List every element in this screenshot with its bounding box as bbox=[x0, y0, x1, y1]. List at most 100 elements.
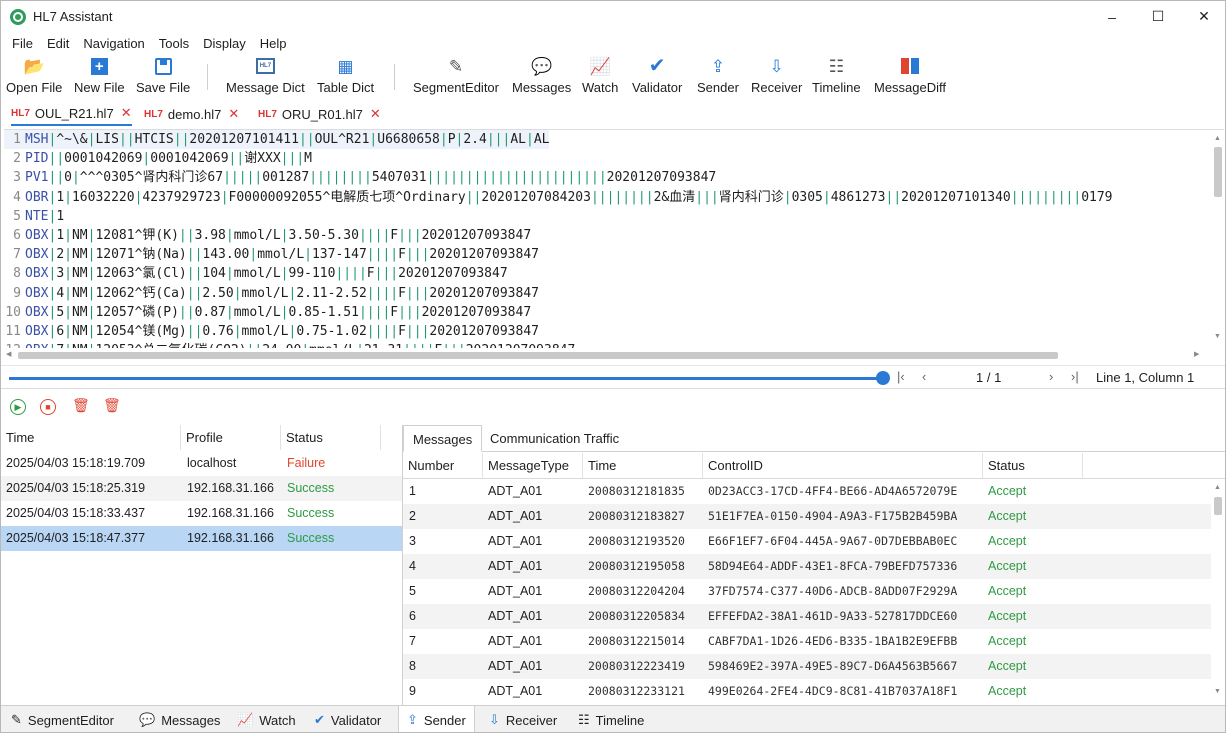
message-row[interactable]: 4 ADT_A01 20080312195058 58D94E64-ADDF-43E1… bbox=[403, 554, 1211, 579]
hl7-editor[interactable]: 1 MSH|^~\&|LIS||HTCIS||20201207101411||OU… bbox=[4, 129, 1224, 348]
editor-line[interactable]: 3 PV1||0|^^^0305^肾内科门诊67|||||001287||||||… bbox=[4, 168, 716, 187]
editor-line[interactable]: 9 OBX|4|NM|12062^钙(Ca)||2.50|mmol/L|2.11-… bbox=[4, 284, 539, 303]
history-status: Success bbox=[287, 506, 335, 520]
maximize-button[interactable]: ☐ bbox=[1135, 1, 1181, 32]
column-header-status[interactable]: Status bbox=[983, 453, 1083, 478]
message-diff-button[interactable]: MessageDiff bbox=[874, 54, 946, 99]
messages-button[interactable]: 💬 Messages bbox=[512, 54, 571, 99]
bottom-tab-sender[interactable]: ⇪ Sender bbox=[398, 706, 475, 732]
menu-edit[interactable]: Edit bbox=[40, 36, 76, 51]
history-row[interactable]: 2025/04/03 15:18:47.377 192.168.31.166 Suc… bbox=[1, 526, 402, 551]
minimize-button[interactable]: – bbox=[1089, 1, 1135, 32]
file-tab-demo[interactable]: HL7 demo.hl7 ✕ bbox=[144, 102, 239, 126]
message-type: ADT_A01 bbox=[488, 509, 543, 523]
next-page-icon[interactable]: › bbox=[1049, 369, 1053, 384]
menu-navigation[interactable]: Navigation bbox=[76, 36, 151, 51]
column-header-status[interactable]: Status bbox=[281, 425, 381, 450]
column-header-time[interactable]: Time bbox=[583, 453, 703, 478]
file-tab-oru-r01[interactable]: HL7 ORU_R01.hl7 ✕ bbox=[258, 102, 381, 126]
message-dict-button[interactable]: HL7 Message Dict bbox=[226, 54, 305, 99]
bottom-tab-watch[interactable]: 📈 Watch bbox=[229, 706, 304, 732]
editor-line[interactable]: 11 OBX|6|NM|12054^镁(Mg)||0.76|mmol/L|0.75… bbox=[4, 322, 539, 341]
segment-name: NTE bbox=[25, 208, 49, 224]
bottom-tab-receiver[interactable]: ⇩ Receiver bbox=[481, 706, 565, 732]
receiver-button[interactable]: ⇩ Receiver bbox=[751, 54, 802, 99]
open-file-button[interactable]: 📂 Open File bbox=[6, 54, 62, 99]
tab-communication-traffic[interactable]: Communication Traffic bbox=[481, 425, 628, 452]
editor-line[interactable]: 5 NTE|1 bbox=[4, 207, 64, 226]
history-row[interactable]: 2025/04/03 15:18:33.437 192.168.31.166 Suc… bbox=[1, 501, 402, 526]
save-file-button[interactable]: Save File bbox=[136, 54, 190, 99]
messages-vertical-scrollbar[interactable]: ▲ ▼ bbox=[1211, 484, 1225, 704]
table-dict-button[interactable]: ▦ Table Dict bbox=[317, 54, 374, 99]
menu-help[interactable]: Help bbox=[253, 36, 294, 51]
prev-page-icon[interactable]: ‹ bbox=[922, 369, 926, 384]
message-time: 20080312183827 bbox=[588, 509, 685, 523]
message-time: 20080312223419 bbox=[588, 659, 685, 673]
editor-line[interactable]: 8 OBX|3|NM|12063^氯(Cl)||104|mmol/L|99-110… bbox=[4, 264, 508, 283]
column-header-controlid[interactable]: ControlID bbox=[703, 453, 983, 478]
editor-horizontal-scrollbar[interactable]: ◀ ▶ bbox=[4, 349, 1224, 361]
message-n: 9 bbox=[409, 684, 416, 698]
menu-display[interactable]: Display bbox=[196, 36, 253, 51]
history-row[interactable]: 2025/04/03 15:18:19.709 localhost Failure bbox=[1, 451, 402, 476]
close-tab-icon[interactable]: ✕ bbox=[370, 106, 381, 122]
message-row[interactable]: 3 ADT_A01 20080312193520 E66F1EF7-6F04-445A… bbox=[403, 529, 1211, 554]
editor-line[interactable]: 10 OBX|5|NM|12057^磷(P)||0.87|mmol/L|0.85-… bbox=[4, 303, 531, 322]
segment-fields: ||0001042069|0001042069||谢XXX|||M bbox=[48, 151, 312, 167]
editor-vertical-scrollbar[interactable]: ▲ ▼ bbox=[1211, 135, 1225, 345]
segment-editor-button[interactable]: ✎ SegmentEditor bbox=[413, 54, 499, 99]
menu-file[interactable]: File bbox=[5, 36, 40, 51]
new-file-icon: + bbox=[90, 54, 108, 78]
bottom-tab-messages[interactable]: 💬 Messages bbox=[131, 706, 228, 732]
column-header-profile[interactable]: Profile bbox=[181, 425, 281, 450]
page-slider-thumb[interactable] bbox=[876, 371, 890, 385]
history-profile: localhost bbox=[187, 456, 237, 470]
watch-button[interactable]: 📈 Watch bbox=[582, 54, 618, 99]
stop-icon[interactable]: ■ bbox=[40, 399, 56, 415]
column-header-messagetype[interactable]: MessageType bbox=[483, 453, 583, 478]
close-tab-icon[interactable]: ✕ bbox=[228, 106, 239, 122]
sender-button[interactable]: ⇪ Sender bbox=[697, 54, 739, 99]
close-window-button[interactable]: ✕ bbox=[1181, 1, 1225, 32]
bottom-tab-validator[interactable]: ✔ Validator bbox=[306, 706, 389, 732]
new-file-button[interactable]: + New File bbox=[74, 54, 125, 99]
message-n: 4 bbox=[409, 559, 416, 573]
message-row[interactable]: 9 ADT_A01 20080312233121 499E0264-2FE4-4DC9… bbox=[403, 679, 1211, 704]
timeline-button[interactable]: ☷ Timeline bbox=[812, 54, 861, 99]
message-row[interactable]: 6 ADT_A01 20080312205834 EFFEFDA2-38A1-461D… bbox=[403, 604, 1211, 629]
editor-line[interactable]: 7 OBX|2|NM|12071^钠(Na)||143.00|mmol/L|137… bbox=[4, 245, 539, 264]
file-tab-oul-r21[interactable]: HL7 OUL_R21.hl7 ✕ bbox=[11, 102, 132, 126]
delete-all-icon[interactable]: 🗑 bbox=[103, 397, 121, 414]
last-page-icon[interactable]: ›| bbox=[1071, 369, 1079, 384]
message-row[interactable]: 1 ADT_A01 20080312181835 0D23ACC3-17CD-4FF4… bbox=[403, 479, 1211, 504]
first-page-icon[interactable]: |‹ bbox=[897, 369, 905, 384]
editor-line[interactable]: 2 PID||0001042069|0001042069||谢XXX|||M bbox=[4, 149, 312, 168]
page-slider-track[interactable] bbox=[9, 377, 885, 380]
message-row[interactable]: 2 ADT_A01 20080312183827 51E1F7EA-0150-4904… bbox=[403, 504, 1211, 529]
message-row[interactable]: 5 ADT_A01 20080312204204 37FD7574-C377-40D6… bbox=[403, 579, 1211, 604]
message-type: ADT_A01 bbox=[488, 559, 543, 573]
menu-tools[interactable]: Tools bbox=[152, 36, 196, 51]
message-type: ADT_A01 bbox=[488, 484, 543, 498]
play-icon[interactable]: ▶ bbox=[10, 399, 26, 415]
editor-line[interactable]: 4 OBR|1|16032220|4237929723|F00000092055^… bbox=[4, 188, 1112, 207]
segment-name: OBX bbox=[25, 266, 49, 282]
history-row[interactable]: 2025/04/03 15:18:25.319 192.168.31.166 Suc… bbox=[1, 476, 402, 501]
tab-messages[interactable]: Messages bbox=[403, 425, 483, 452]
message-row[interactable]: 8 ADT_A01 20080312223419 598469E2-397A-49E5… bbox=[403, 654, 1211, 679]
column-header-time[interactable]: Time bbox=[1, 425, 181, 450]
message-n: 1 bbox=[409, 484, 416, 498]
bottom-tab-segmenteditor[interactable]: ✎ SegmentEditor bbox=[3, 706, 122, 732]
close-tab-icon[interactable]: ✕ bbox=[121, 105, 132, 121]
editor-line[interactable]: 12 OBX|7|NM|12053^总二氧化碳(CO2)||24.00|mmol/… bbox=[4, 341, 575, 348]
line-number: 1 bbox=[13, 132, 21, 147]
message-row[interactable]: 7 ADT_A01 20080312215014 CABF7DA1-1D26-4ED6… bbox=[403, 629, 1211, 654]
validator-button[interactable]: ✔ Validator bbox=[632, 54, 682, 99]
message-n: 3 bbox=[409, 534, 416, 548]
editor-line[interactable]: 6 OBX|1|NM|12081^钾(K)||3.98|mmol/L|3.50-5… bbox=[4, 226, 531, 245]
editor-line[interactable]: 1 MSH|^~\&|LIS||HTCIS||20201207101411||OU… bbox=[4, 130, 550, 149]
bottom-tab-timeline[interactable]: ☷ Timeline bbox=[570, 706, 652, 732]
column-header-number[interactable]: Number bbox=[403, 453, 483, 478]
delete-icon[interactable]: 🗑 bbox=[72, 397, 90, 414]
